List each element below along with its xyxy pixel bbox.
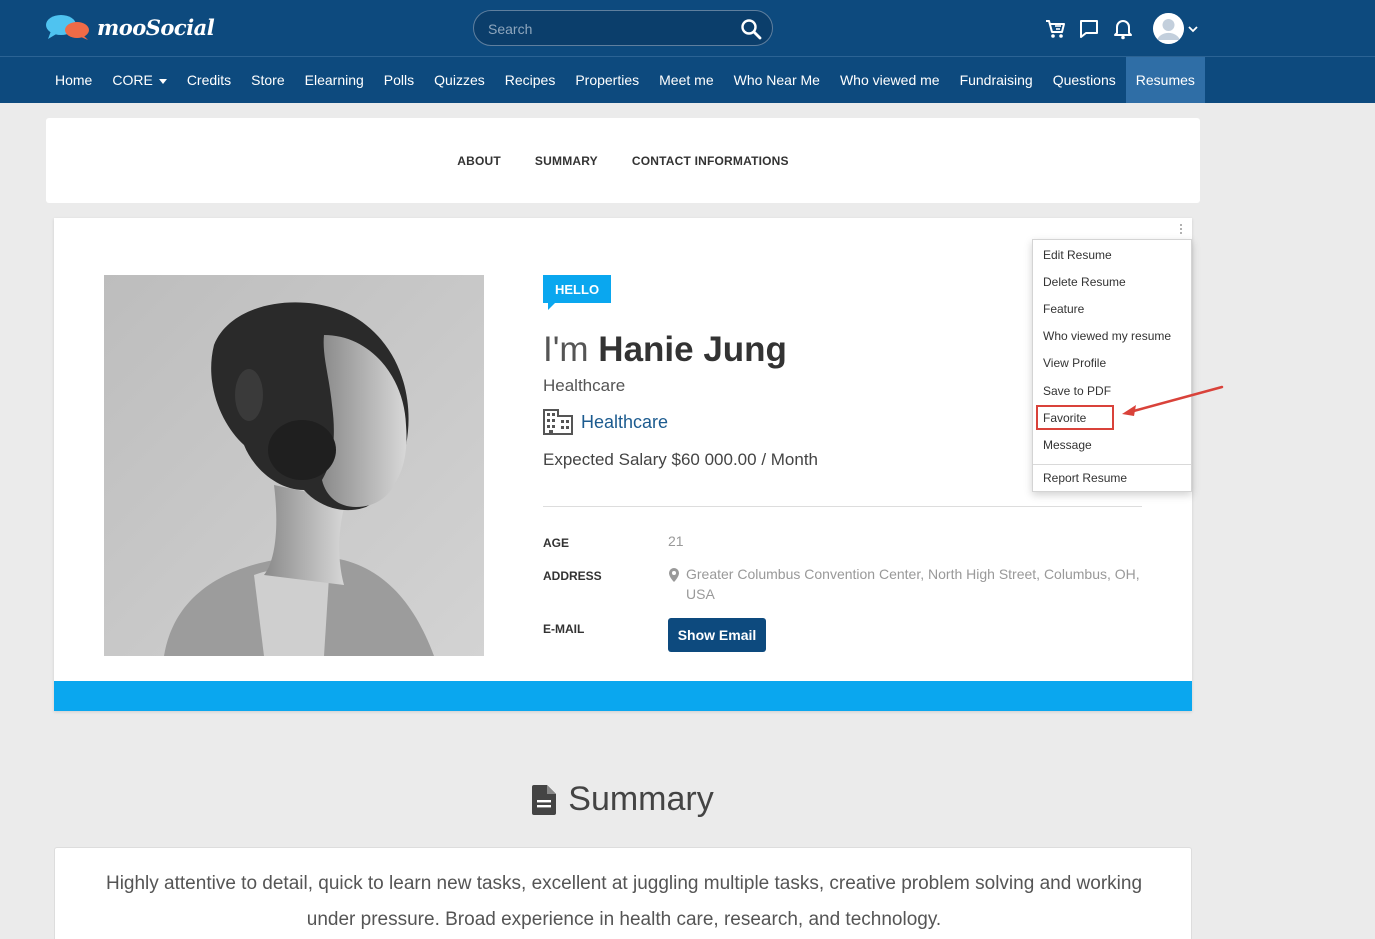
search-box — [473, 10, 773, 46]
menu-item-edit-resume[interactable]: Edit Resume — [1043, 248, 1112, 262]
resume-options-menu: Edit Resume Delete Resume Feature Who vi… — [1032, 239, 1192, 492]
user-avatar-icon — [1153, 13, 1184, 44]
chat-icon[interactable] — [1077, 14, 1101, 44]
profile-footer-bar — [54, 681, 1192, 711]
menu-item-message[interactable]: Message — [1043, 438, 1092, 452]
building-icon — [543, 409, 573, 435]
nav-item-who-near-me[interactable]: Who Near Me — [724, 57, 830, 103]
nav-item-quizzes[interactable]: Quizzes — [424, 57, 495, 103]
summary-text: Highly attentive to detail, quick to lea… — [105, 873, 1143, 930]
map-pin-icon — [668, 564, 682, 604]
summary-card: Highly attentive to detail, quick to lea… — [54, 847, 1192, 939]
annotation-arrow-icon — [1122, 385, 1224, 416]
resume-profile-card: HELLO I'm Hanie Jung Healthcare Healthca… — [54, 218, 1192, 711]
nav-item-questions[interactable]: Questions — [1043, 57, 1126, 103]
menu-item-report-resume[interactable]: Report Resume — [1043, 471, 1127, 485]
nav-item-home[interactable]: Home — [45, 57, 102, 103]
search-icon[interactable] — [740, 18, 762, 45]
nav-item-meet-me[interactable]: Meet me — [649, 57, 723, 103]
name-text: Hanie Jung — [598, 330, 787, 369]
show-email-button[interactable]: Show Email — [668, 618, 766, 652]
nav-item-credits[interactable]: Credits — [177, 57, 241, 103]
email-label: E-MAIL — [543, 622, 585, 636]
hello-badge: HELLO — [543, 275, 612, 310]
summary-heading: Summary — [0, 780, 1246, 819]
menu-item-who-viewed-my-resume[interactable]: Who viewed my resume — [1043, 329, 1171, 343]
menu-item-save-to-pdf[interactable]: Save to PDF — [1043, 384, 1111, 398]
nav-item-recipes[interactable]: Recipes — [495, 57, 566, 103]
logo-bubbles-icon — [46, 15, 89, 40]
tab-summary[interactable]: SUMMARY — [535, 154, 598, 168]
chevron-down-icon — [1188, 25, 1198, 32]
document-icon — [532, 784, 557, 815]
nav-item-fundraising[interactable]: Fundraising — [950, 57, 1043, 103]
nav-menu: Home CORE Credits Store Elearning Polls … — [45, 57, 1205, 103]
more-vertical-icon[interactable] — [1177, 222, 1185, 236]
divider — [543, 506, 1142, 507]
resume-tabs: ABOUT SUMMARY CONTACT INFORMATIONS — [46, 118, 1200, 203]
profile-photo — [104, 275, 484, 656]
nav-item-core[interactable]: CORE — [102, 57, 176, 103]
resume-tabs-card: ABOUT SUMMARY CONTACT INFORMATIONS — [46, 118, 1200, 203]
search-input[interactable] — [488, 19, 728, 39]
tab-contact-informations[interactable]: CONTACT INFORMATIONS — [632, 154, 789, 168]
nav-item-store[interactable]: Store — [241, 57, 294, 103]
nav-item-core-label: CORE — [112, 72, 153, 88]
menu-item-delete-resume[interactable]: Delete Resume — [1043, 275, 1126, 289]
job-title: Healthcare — [543, 376, 626, 395]
nav-item-polls[interactable]: Polls — [374, 57, 424, 103]
menu-item-feature[interactable]: Feature — [1043, 302, 1084, 316]
menu-divider — [1033, 464, 1191, 465]
nav-item-resumes[interactable]: Resumes — [1125, 57, 1205, 103]
menu-item-view-profile[interactable]: View Profile — [1043, 356, 1106, 370]
cart-icon[interactable] — [1043, 14, 1067, 44]
site-logo[interactable]: mooSocial — [45, 13, 215, 41]
resume-name: I'm Hanie Jung — [543, 330, 787, 370]
top-header: mooSocial — [0, 0, 1375, 57]
nav-item-who-viewed-me[interactable]: Who viewed me — [830, 57, 950, 103]
age-value: 21 — [668, 533, 684, 549]
summary-title: Summary — [568, 780, 714, 818]
expected-salary: Expected Salary $60 000.00 / Month — [543, 450, 819, 469]
tab-about[interactable]: ABOUT — [457, 154, 501, 168]
industry-link[interactable]: Healthcare — [581, 412, 668, 433]
industry: Healthcare — [543, 409, 668, 435]
address-text: Greater Columbus Convention Center, Nort… — [686, 566, 1140, 602]
nav-item-properties[interactable]: Properties — [565, 57, 649, 103]
caret-down-icon — [158, 78, 167, 84]
age-label: AGE — [543, 536, 570, 550]
header-actions — [1043, 13, 1199, 44]
user-menu[interactable] — [1153, 13, 1199, 44]
main-navigation: Home CORE Credits Store Elearning Polls … — [0, 57, 1375, 103]
name-prefix: I'm — [543, 330, 589, 369]
address-value: Greater Columbus Convention Center, Nort… — [668, 564, 1143, 604]
favorite-highlight-box — [1036, 405, 1114, 430]
address-label: ADDRESS — [543, 569, 602, 583]
nav-item-elearning[interactable]: Elearning — [295, 57, 374, 103]
logo-text: mooSocial — [97, 14, 215, 40]
bell-icon[interactable] — [1111, 14, 1135, 44]
